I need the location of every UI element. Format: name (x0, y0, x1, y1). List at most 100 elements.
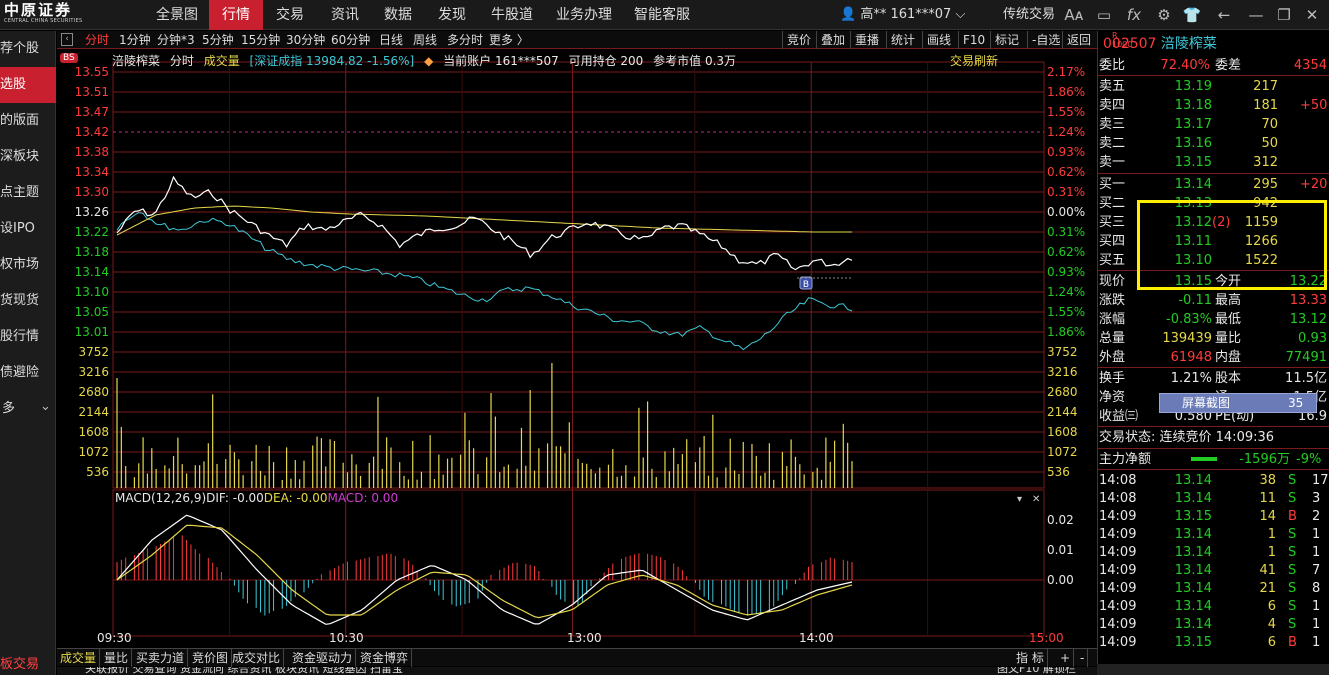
period-tab[interactable]: 周线 (413, 31, 437, 49)
chart-tool-button[interactable]: 统计 (886, 31, 919, 49)
topnav-item[interactable]: 行情 (209, 0, 263, 30)
period-tab[interactable]: 5分钟 (202, 31, 234, 49)
quote-label: 涨跌 (1099, 293, 1126, 308)
status-links[interactable]: 关联报价 交易查询 资金流向 综合资讯 板块资讯 短线基因 扫雷宝 (85, 667, 403, 675)
logo-cn: 中原证券 (4, 1, 73, 19)
chart-tool-button[interactable]: 重播 (850, 31, 883, 49)
indicator-control[interactable]: - (1077, 649, 1089, 667)
indicator-tab[interactable]: 成交量 (57, 649, 101, 667)
indicator-tab[interactable]: 资金博弈 (357, 649, 413, 667)
font-size-icon[interactable]: Aᴀ (1064, 5, 1084, 25)
info-label: 换手 (1099, 371, 1126, 386)
sidebar-bottom-item[interactable]: 板交易 (0, 655, 56, 675)
indicator-tab[interactable]: 竞价图 (189, 649, 233, 667)
restore-icon[interactable]: ❐ (1274, 5, 1294, 25)
trade-refresh-button[interactable]: 交易刷新 (950, 52, 998, 69)
chart-header: 涪陵榨菜 分时 成交量 [深证成指 13984.82 -1.56%] ◆ 当前账… (112, 52, 742, 69)
period-tab[interactable]: 分时 (85, 31, 109, 49)
chart-tool-button[interactable]: 画线 (922, 31, 955, 49)
tick-time: 14:09 (1099, 617, 1137, 632)
trade-status-icon: ◆ (424, 54, 434, 68)
topnav-item[interactable]: 交易 (270, 0, 310, 30)
tick-count: 17 (1312, 473, 1329, 488)
period-tab[interactable]: 分钟*3 (157, 31, 195, 49)
indicator-tab[interactable]: 成交对比 (229, 649, 285, 667)
period-tab[interactable]: 日线 (379, 31, 403, 49)
sidebar-item[interactable]: 债避险 (0, 355, 56, 391)
tick-volume: 41 (1259, 563, 1276, 578)
period-tab[interactable]: 15分钟 (241, 31, 280, 49)
sidebar-item[interactable]: 深板块 (0, 139, 56, 175)
topnav-item[interactable]: 全景图 (152, 0, 202, 30)
sidebar-item[interactable]: 荐个股 (0, 31, 56, 67)
time-axis-label: 13:00 (567, 631, 602, 645)
time-axis-label: 09:30 (97, 631, 132, 645)
quote-value: -0.83% (1166, 312, 1212, 327)
sidebar-item[interactable]: 选股 (0, 67, 56, 103)
price-axis-label: 13.42 (75, 125, 109, 139)
skin-shirt-icon[interactable]: 👕 (1182, 5, 1202, 25)
topnav-item[interactable]: 发现 (432, 0, 472, 30)
indicator-tab[interactable]: 资金驱动力 (289, 649, 357, 667)
formula-icon[interactable]: fx (1124, 5, 1144, 25)
macd-dea: DEA: -0.00 (264, 491, 328, 505)
indicator-control[interactable]: 指 标 (1013, 649, 1048, 667)
stock-title: 002507 涪陵榨菜 (1101, 33, 1217, 53)
period-tab[interactable]: 60分钟 (331, 31, 370, 49)
sidebar-item[interactable]: 权市场 (0, 247, 56, 283)
chevron-down-icon[interactable]: ⌄ (40, 399, 51, 414)
chevron-left-icon[interactable]: ‹ (61, 33, 73, 46)
divider (1097, 75, 1329, 76)
bs-badge[interactable]: BS (60, 53, 78, 63)
period-tab[interactable]: 1分钟 (119, 31, 151, 49)
gear-icon[interactable]: ⚙ (1154, 5, 1174, 25)
indicator-control[interactable]: + (1057, 649, 1075, 667)
topnav-item[interactable]: 资讯 (325, 0, 365, 30)
chart-tool-button[interactable]: F10 (958, 31, 989, 49)
sidebar-item[interactable]: 股行情 (0, 319, 56, 355)
status-right[interactable]: 图文F10 解锁栏 (997, 667, 1076, 675)
topnav-item[interactable]: 牛股道 (486, 0, 538, 30)
topnav-item[interactable]: 业务办理 (552, 0, 616, 30)
screenshot-tooltip[interactable]: 屏幕截图 35 (1159, 393, 1317, 413)
indicator-tab[interactable]: 买卖力道 (133, 649, 189, 667)
tick-time: 14:09 (1099, 545, 1137, 560)
sidebar-item[interactable]: 点主题 (0, 175, 56, 211)
chart-tool-button[interactable]: 叠加 (816, 31, 849, 49)
main-flow-pct: -9% (1296, 452, 1322, 467)
stock-code: 002507 (1103, 36, 1157, 52)
account-dropdown[interactable]: 👤 高** 161***07 ⌵ (840, 0, 965, 30)
indicator-tab[interactable]: 量比 (101, 649, 133, 667)
right-panel-tabs[interactable] (1097, 664, 1329, 675)
price-axis-label: 13.51 (75, 85, 109, 99)
topnav-item[interactable]: 智能客服 (630, 0, 694, 30)
sidebar-item[interactable]: 的版面 (0, 103, 56, 139)
close-icon[interactable]: ✕ (1302, 5, 1322, 25)
back-arrow-icon[interactable]: ← (1214, 5, 1234, 25)
intraday-chart[interactable]: 13.55 2.17% 13.51 1.86% 13.47 1.55% 13.42 1.24%… (57, 50, 1097, 648)
period-tab[interactable]: 30分钟 (286, 31, 325, 49)
period-tab[interactable]: 更多 〉 (489, 31, 529, 49)
chart-tool-button[interactable]: 返回 (1062, 31, 1095, 49)
volume-axis-label-right: 1072 (1047, 445, 1078, 459)
divider (1097, 426, 1329, 427)
sidebar-item[interactable]: 货现货 (0, 283, 56, 319)
sidebar-item[interactable]: 设IPO (0, 211, 56, 247)
chart-tool-button[interactable]: 标记 (990, 31, 1023, 49)
bid-volume: 295 (1253, 177, 1278, 192)
chart-tool-button[interactable]: -自选 (1027, 31, 1064, 49)
chart-tool-button[interactable]: 竞价 (782, 31, 815, 49)
topnav-item[interactable]: 数据 (378, 0, 418, 30)
info-label: 收益㈢ (1099, 409, 1139, 424)
volume-axis-label: 3752 (78, 345, 109, 359)
traditional-trade-button[interactable]: 传统交易 (1003, 0, 1055, 30)
ask-change: +50 (1300, 98, 1328, 113)
period-tab[interactable]: 多分时 (447, 31, 483, 49)
divider (1097, 367, 1329, 368)
minimize-window-icon[interactable]: ▭ (1094, 5, 1114, 25)
minimize-icon[interactable]: — (1246, 5, 1266, 25)
close-icon[interactable]: ✕ (1032, 494, 1040, 505)
volume-axis-label: 1072 (78, 445, 109, 459)
tick-price: 13.14 (1174, 599, 1212, 614)
dropdown-icon[interactable]: ▾ (1017, 494, 1022, 505)
